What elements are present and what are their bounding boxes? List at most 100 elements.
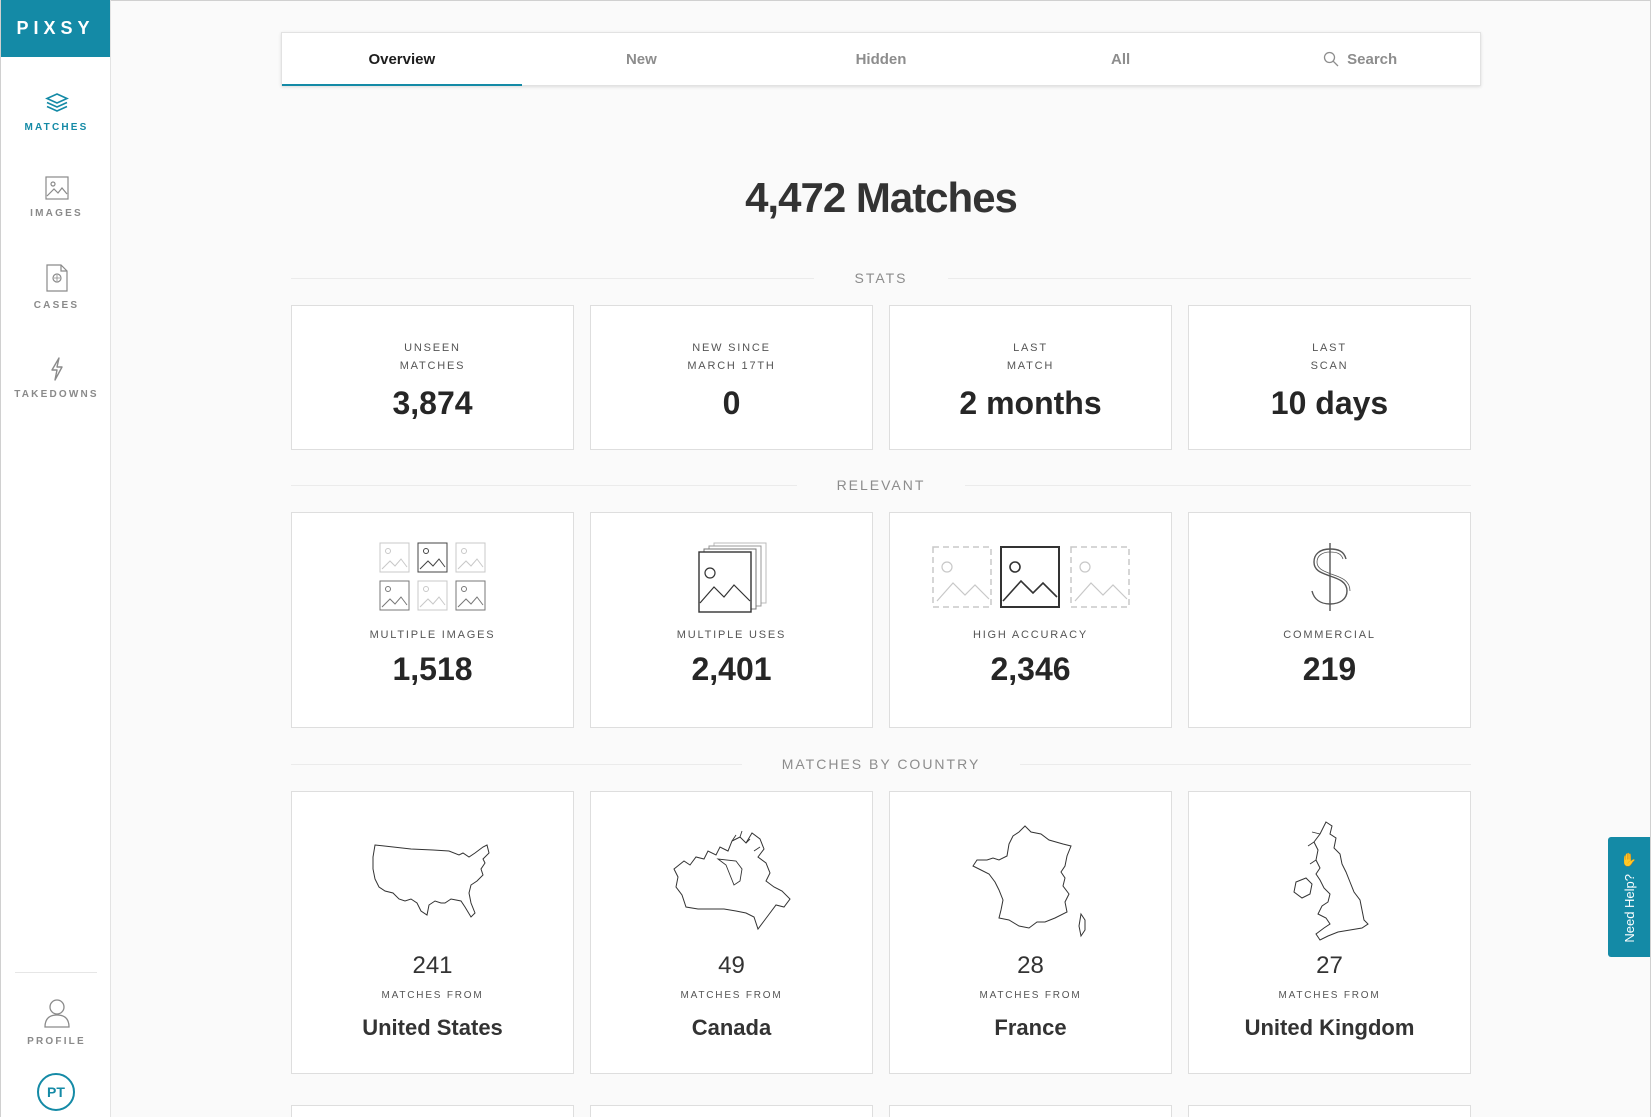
image-grid-icon: [379, 541, 487, 613]
section-countries: MATCHES BY COUNTRY: [291, 754, 1471, 774]
tab-search[interactable]: Search: [1240, 33, 1480, 85]
stat-label-line: NEW SINCE: [692, 342, 771, 354]
stat-value: 2 months: [959, 385, 1102, 421]
section-line: [291, 484, 797, 486]
sidebar-item-label: TAKEDOWNS: [14, 389, 99, 400]
relevant-value: 2,401: [691, 651, 772, 687]
page-title: 4,472 Matches: [745, 174, 1018, 221]
section-line: [1020, 763, 1471, 765]
stat-label-line: LAST: [1013, 342, 1048, 354]
tab-overview[interactable]: Overview: [282, 33, 522, 86]
sidebar-item-matches[interactable]: MATCHES: [1, 92, 112, 133]
relevant-value: 2,346: [990, 651, 1071, 687]
stat-label-line: UNSEEN: [404, 342, 461, 354]
stat-label-line: LAST: [1312, 342, 1347, 354]
stat-card-new-since[interactable]: NEW SINCE MARCH 17TH 0: [590, 305, 873, 450]
stat-value: 3,874: [392, 385, 473, 421]
usa-map-icon: [371, 820, 495, 942]
section-line: [947, 277, 1472, 279]
country-from-label: MATCHES FROM: [1278, 990, 1381, 1001]
section-title: RELEVANT: [836, 477, 926, 493]
country-card-partial[interactable]: [291, 1105, 574, 1117]
stat-label-line: SCAN: [1310, 360, 1349, 372]
canada-map-icon: [670, 820, 794, 942]
stat-label: UNSEEN MATCHES: [400, 339, 466, 375]
country-card-partial[interactable]: [889, 1105, 1172, 1117]
section-relevant: RELEVANT: [291, 475, 1471, 495]
relevant-card-multiple-images[interactable]: MULTIPLE IMAGES 1,518: [291, 512, 574, 728]
relevant-label: MULTIPLE USES: [676, 629, 787, 641]
country-card-partial[interactable]: [590, 1105, 873, 1117]
country-count: 28: [1017, 952, 1044, 979]
tab-label: All: [1110, 50, 1131, 68]
sidebar-item-profile[interactable]: PROFILE: [1, 998, 112, 1047]
country-card-united-kingdom[interactable]: 27 MATCHES FROM United Kingdom: [1188, 791, 1471, 1074]
top-edge: [0, 0, 1651, 1]
section-line: [291, 763, 742, 765]
country-count: 27: [1316, 952, 1343, 979]
sidebar: PIXSY MATCHES IMAGES CASES TAKEDOWNS PRO…: [0, 0, 111, 1117]
sidebar-item-label: MATCHES: [24, 122, 89, 133]
uk-map-icon: [1290, 820, 1370, 942]
france-map-icon: [969, 820, 1093, 942]
relevant-card-commercial[interactable]: COMMERCIAL 219: [1188, 512, 1471, 728]
tab-new[interactable]: New: [522, 33, 762, 85]
section-stats: STATS: [291, 268, 1472, 288]
sidebar-item-images[interactable]: IMAGES: [1, 176, 112, 219]
layers-icon: [44, 93, 69, 112]
tab-bar: Overview New Hidden All Search: [281, 32, 1481, 86]
sidebar-item-label: CASES: [33, 300, 80, 311]
country-name: United Kingdom: [1244, 1015, 1415, 1040]
stat-card-unseen[interactable]: UNSEEN MATCHES 3,874: [291, 305, 574, 450]
country-count: 49: [718, 952, 745, 979]
avatar[interactable]: PT: [37, 1073, 75, 1111]
country-name: Canada: [691, 1015, 772, 1040]
lightning-icon: [50, 357, 63, 381]
stat-label: LAST MATCH: [1007, 339, 1054, 375]
image-highlight-icon: [931, 541, 1131, 613]
relevant-value: 219: [1302, 651, 1357, 687]
country-name: United States: [362, 1015, 503, 1040]
tab-label: New: [625, 50, 657, 68]
country-from-label: MATCHES FROM: [381, 990, 484, 1001]
stat-label-line: MARCH 17TH: [687, 360, 776, 372]
stat-label-line: MATCH: [1006, 360, 1055, 372]
search-icon: [1323, 51, 1339, 67]
stat-card-last-scan[interactable]: LAST SCAN 10 days: [1188, 305, 1471, 450]
stat-card-last-match[interactable]: LAST MATCH 2 months: [889, 305, 1172, 450]
sidebar-item-takedowns[interactable]: TAKEDOWNS: [1, 357, 112, 400]
stat-value: 0: [722, 385, 741, 421]
relevant-card-multiple-uses[interactable]: MULTIPLE USES 2,401: [590, 512, 873, 728]
relevant-label: MULTIPLE IMAGES: [369, 629, 496, 641]
need-help-button[interactable]: ✋ Need Help?: [1608, 837, 1650, 957]
country-from-label: MATCHES FROM: [680, 990, 783, 1001]
sidebar-divider: [15, 972, 97, 973]
tab-label: Overview: [368, 50, 436, 68]
relevant-value: 1,518: [392, 651, 473, 687]
pixsy-logo[interactable]: PIXSY: [1, 0, 110, 57]
case-file-icon: [45, 264, 68, 292]
tab-all[interactable]: All: [1001, 33, 1241, 85]
image-stack-icon: [694, 541, 770, 613]
country-card-united-states[interactable]: 241 MATCHES FROM United States: [291, 791, 574, 1074]
section-line: [965, 484, 1471, 486]
relevant-card-high-accuracy[interactable]: HIGH ACCURACY 2,346: [889, 512, 1172, 728]
relevant-label: HIGH ACCURACY: [972, 629, 1089, 641]
stat-value: 10 days: [1270, 385, 1389, 421]
tab-label: Hidden: [855, 50, 907, 68]
sidebar-item-label: PROFILE: [27, 1036, 86, 1047]
tab-hidden[interactable]: Hidden: [761, 33, 1001, 85]
country-card-partial[interactable]: [1188, 1105, 1471, 1117]
sidebar-item-cases[interactable]: CASES: [1, 264, 112, 311]
person-icon: [43, 999, 70, 1028]
stat-label: LAST SCAN: [1311, 339, 1349, 375]
relevant-label: COMMERCIAL: [1283, 629, 1376, 641]
country-from-label: MATCHES FROM: [979, 990, 1082, 1001]
stat-label: NEW SINCE MARCH 17TH: [687, 339, 775, 375]
waving-hand-icon: ✋: [1620, 851, 1638, 867]
country-card-canada[interactable]: 49 MATCHES FROM Canada: [590, 791, 873, 1074]
country-count: 241: [412, 952, 453, 979]
section-line: [291, 277, 815, 279]
sidebar-item-label: IMAGES: [30, 208, 83, 219]
country-card-france[interactable]: 28 MATCHES FROM France: [889, 791, 1172, 1074]
